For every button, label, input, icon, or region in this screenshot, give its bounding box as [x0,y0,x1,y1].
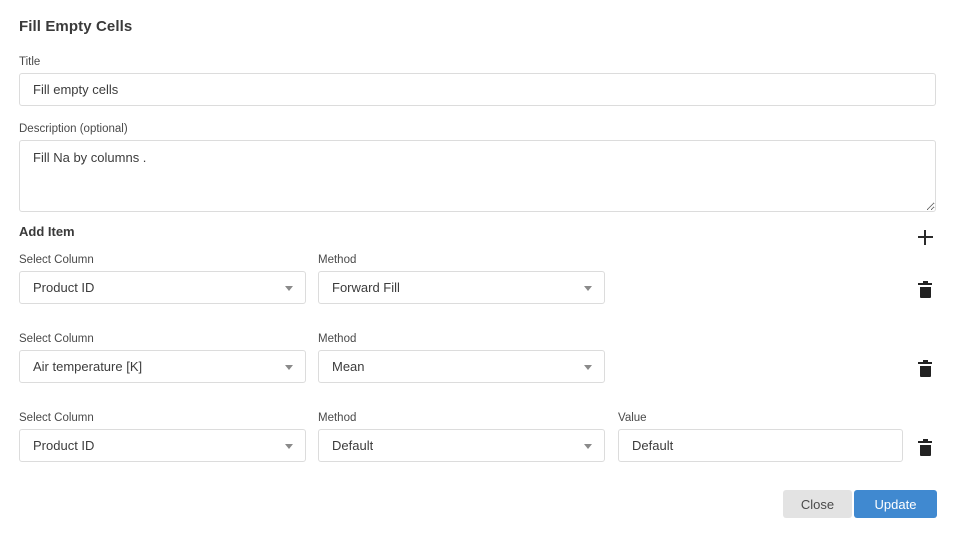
select-column-label: Select Column [19,412,94,424]
select-column-value: Product ID [33,438,95,453]
method-value: Mean [332,359,365,374]
item-row: Select Column Product ID Method Forward Fil… [0,253,955,325]
select-column-dropdown[interactable]: Product ID [19,429,306,462]
chevron-down-icon [285,364,293,370]
select-column-dropdown[interactable]: Air temperature [K] [19,350,306,383]
value-input[interactable] [618,429,903,462]
select-column-value: Product ID [33,280,95,295]
chevron-down-icon [584,443,592,449]
chevron-down-icon [584,285,592,291]
description-field-label: Description (optional) [19,123,128,135]
update-button[interactable]: Update [854,490,937,518]
method-dropdown[interactable]: Mean [318,350,605,383]
page-title: Fill Empty Cells [19,18,133,35]
value-label: Value [618,412,647,424]
title-input[interactable] [19,73,936,106]
plus-icon [917,229,933,245]
select-column-label: Select Column [19,254,94,266]
method-value: Forward Fill [332,280,400,295]
chevron-down-icon [285,285,293,291]
method-value: Default [332,438,374,453]
item-row: Select Column Product ID Method Default Valu… [0,411,955,483]
title-field-label: Title [19,56,41,68]
description-input[interactable]: Fill Na by columns . [19,140,936,212]
delete-row-button[interactable] [914,357,936,379]
method-label: Method [318,254,357,266]
method-dropdown[interactable]: Forward Fill [318,271,605,304]
method-dropdown[interactable]: Default [318,429,605,462]
method-label: Method [318,333,357,345]
fill-empty-cells-dialog: Fill Empty Cells Title Description (opti… [0,0,955,553]
chevron-down-icon [584,364,592,370]
delete-row-button[interactable] [914,278,936,300]
chevron-down-icon [285,443,293,449]
close-button[interactable]: Close [783,490,852,518]
trash-icon [918,359,932,377]
trash-icon [918,438,932,456]
trash-icon [918,280,932,298]
select-column-label: Select Column [19,333,94,345]
item-row: Select Column Air temperature [K] Method Me… [0,332,955,404]
delete-row-button[interactable] [914,436,936,458]
add-item-button[interactable] [913,225,937,249]
select-column-value: Air temperature [K] [33,359,143,374]
add-item-heading: Add Item [19,224,75,239]
select-column-dropdown[interactable]: Product ID [19,271,306,304]
method-label: Method [318,412,357,424]
